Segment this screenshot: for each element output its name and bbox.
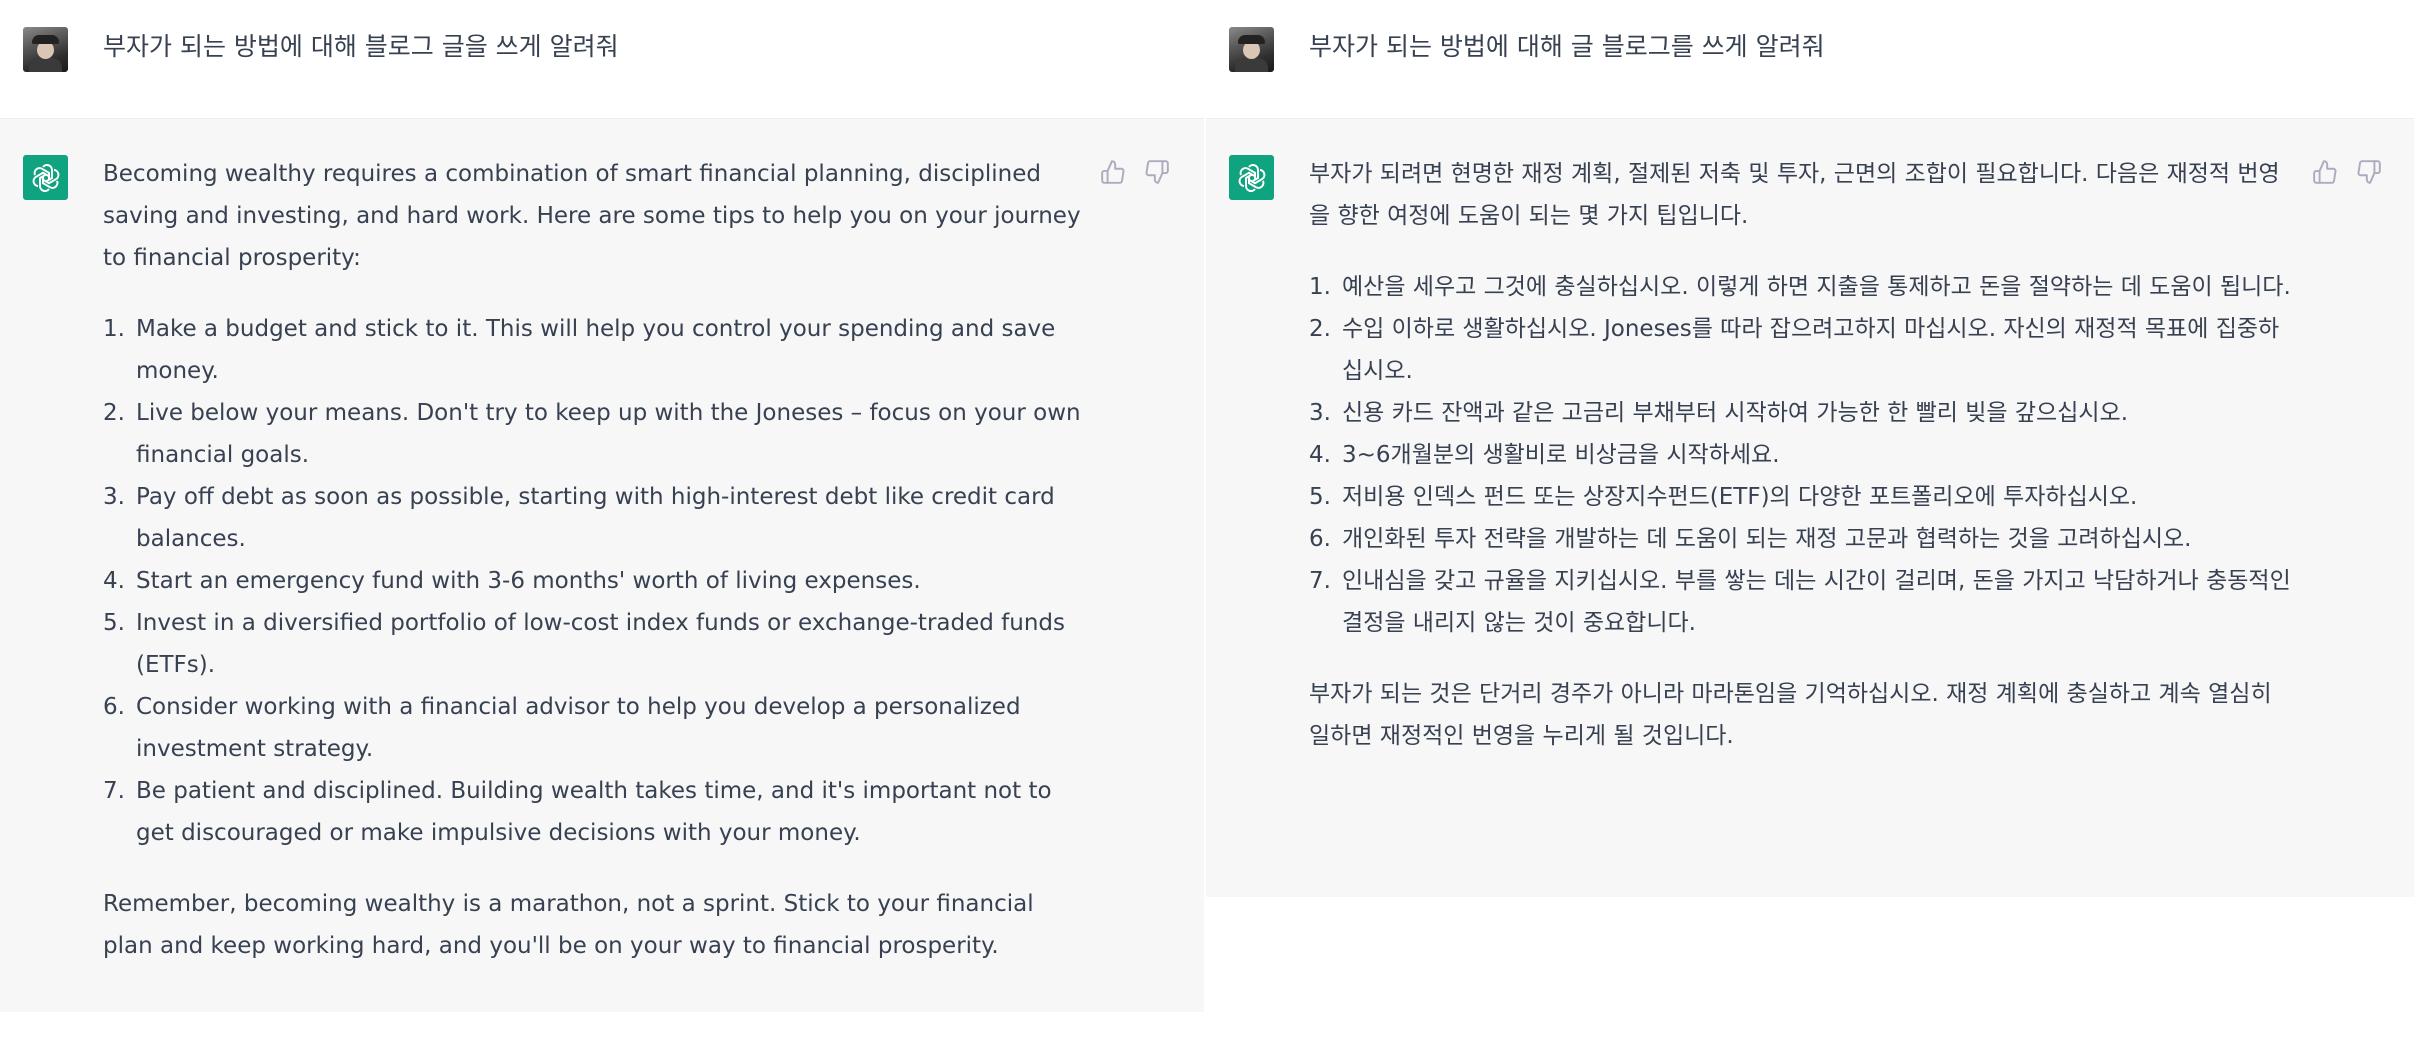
list-number: 7. [103, 778, 125, 804]
user-message: 부자가 되는 방법에 대해 글 블로그를 쓰게 알려줘 [1309, 32, 1825, 61]
conversation-panel-right: 부자가 되는 방법에 대해 글 블로그를 쓰게 알려줘 부자가 되려면 현명한 … [1206, 0, 2414, 897]
assistant-message-row: Becoming wealthy requires a combination … [0, 119, 1204, 1012]
thumbs-down-icon[interactable] [2356, 159, 2382, 185]
list-item-text: 3~6개월분의 생활비로 비상금을 시작하세요. [1342, 442, 1780, 468]
user-avatar [23, 27, 68, 72]
list-item-text: Live below your means. Don't try to keep… [136, 400, 1081, 468]
message-outro: Remember, becoming wealthy is a marathon… [103, 891, 1034, 959]
thumbs-up-icon[interactable] [1100, 159, 1126, 185]
list-number: 4. [103, 568, 125, 594]
list-item: 2. Live below your means. Don't try to ke… [103, 392, 1083, 476]
user-avatar [1229, 27, 1274, 72]
list-number: 1. [1309, 274, 1331, 300]
list-number: 6. [103, 694, 125, 720]
tips-list: 1. 예산을 세우고 그것에 충실하십시오. 이렇게 하면 지출을 통제하고 돈을… [1309, 266, 2299, 644]
list-item: 4. 3~6개월분의 생활비로 비상금을 시작하세요. [1309, 434, 2299, 476]
list-item-text: 신용 카드 잔액과 같은 고금리 부채부터 시작하여 가능한 한 빨리 빚을 갚… [1342, 400, 2129, 426]
assistant-message: Becoming wealthy requires a combination … [103, 153, 1083, 967]
list-item-text: Consider working with a financial adviso… [136, 694, 1021, 762]
list-item-text: Pay off debt as soon as possible, starti… [136, 484, 1055, 552]
list-item: 5. 저비용 인덱스 펀드 또는 상장지수펀드(ETF)의 다양한 포트폴리오에 … [1309, 476, 2299, 518]
list-item-text: Make a budget and stick to it. This will… [136, 316, 1056, 384]
assistant-message: 부자가 되려면 현명한 재정 계획, 절제된 저축 및 투자, 근면의 조합이 … [1309, 153, 2299, 757]
list-number: 5. [1309, 484, 1331, 510]
feedback-buttons [1100, 159, 1170, 185]
thumbs-down-icon[interactable] [1144, 159, 1170, 185]
user-message: 부자가 되는 방법에 대해 블로그 글을 쓰게 알려줘 [103, 32, 619, 61]
list-number: 5. [103, 610, 125, 636]
list-number: 2. [1309, 316, 1331, 342]
conversation-panel-left: 부자가 되는 방법에 대해 블로그 글을 쓰게 알려줘 Becoming wea… [0, 0, 1204, 1012]
list-number: 2. [103, 400, 125, 426]
list-number: 6. [1309, 526, 1331, 552]
list-item: 6. Consider working with a financial advi… [103, 686, 1083, 770]
list-item: 5. Invest in a diversified portfolio of l… [103, 602, 1083, 686]
chatgpt-logo-icon [23, 155, 68, 200]
message-intro: 부자가 되려면 현명한 재정 계획, 절제된 저축 및 투자, 근면의 조합이 … [1309, 161, 2280, 229]
list-item: 3. Pay off debt as soon as possible, star… [103, 476, 1083, 560]
tips-list: 1. Make a budget and stick to it. This wi… [103, 308, 1083, 854]
message-intro: Becoming wealthy requires a combination … [103, 161, 1081, 271]
list-item: 3. 신용 카드 잔액과 같은 고금리 부채부터 시작하여 가능한 한 빨리 빚을… [1309, 392, 2299, 434]
list-item: 6. 개인화된 투자 전략을 개발하는 데 도움이 되는 재정 고문과 협력하는 … [1309, 518, 2299, 560]
list-item: 1. 예산을 세우고 그것에 충실하십시오. 이렇게 하면 지출을 통제하고 돈을… [1309, 266, 2299, 308]
list-item-text: 수입 이하로 생활하십시오. Joneses를 따라 잡으려고하지 마십시오. … [1342, 316, 2280, 384]
list-number: 3. [1309, 400, 1331, 426]
list-number: 3. [103, 484, 125, 510]
list-item: 2. 수입 이하로 생활하십시오. Joneses를 따라 잡으려고하지 마십시오… [1309, 308, 2299, 392]
list-number: 4. [1309, 442, 1331, 468]
feedback-buttons [2312, 159, 2382, 185]
list-item: 1. Make a budget and stick to it. This wi… [103, 308, 1083, 392]
message-outro: 부자가 되는 것은 단거리 경주가 아니라 마라톤임을 기억하십시오. 재정 계… [1309, 681, 2272, 749]
user-message-row: 부자가 되는 방법에 대해 글 블로그를 쓰게 알려줘 [1206, 0, 2414, 119]
list-item-text: Start an emergency fund with 3-6 months'… [136, 568, 921, 594]
list-number: 1. [103, 316, 125, 342]
list-item-text: 개인화된 투자 전략을 개발하는 데 도움이 되는 재정 고문과 협력하는 것을… [1342, 526, 2192, 552]
user-message-row: 부자가 되는 방법에 대해 블로그 글을 쓰게 알려줘 [0, 0, 1204, 119]
list-item: 4. Start an emergency fund with 3-6 month… [103, 560, 1083, 602]
list-item-text: 인내심을 갖고 규율을 지키십시오. 부를 쌓는 데는 시간이 걸리며, 돈을 … [1342, 568, 2291, 636]
chatgpt-logo-icon [1229, 155, 1274, 200]
list-item-text: Be patient and disciplined. Building wea… [136, 778, 1052, 846]
list-item-text: Invest in a diversified portfolio of low… [136, 610, 1065, 678]
list-item-text: 저비용 인덱스 펀드 또는 상장지수펀드(ETF)의 다양한 포트폴리오에 투자… [1342, 484, 2138, 510]
thumbs-up-icon[interactable] [2312, 159, 2338, 185]
list-number: 7. [1309, 568, 1331, 594]
list-item: 7. 인내심을 갖고 규율을 지키십시오. 부를 쌓는 데는 시간이 걸리며, 돈… [1309, 560, 2299, 644]
list-item: 7. Be patient and disciplined. Building w… [103, 770, 1083, 854]
assistant-message-row: 부자가 되려면 현명한 재정 계획, 절제된 저축 및 투자, 근면의 조합이 … [1206, 119, 2414, 897]
list-item-text: 예산을 세우고 그것에 충실하십시오. 이렇게 하면 지출을 통제하고 돈을 절… [1342, 274, 2291, 300]
